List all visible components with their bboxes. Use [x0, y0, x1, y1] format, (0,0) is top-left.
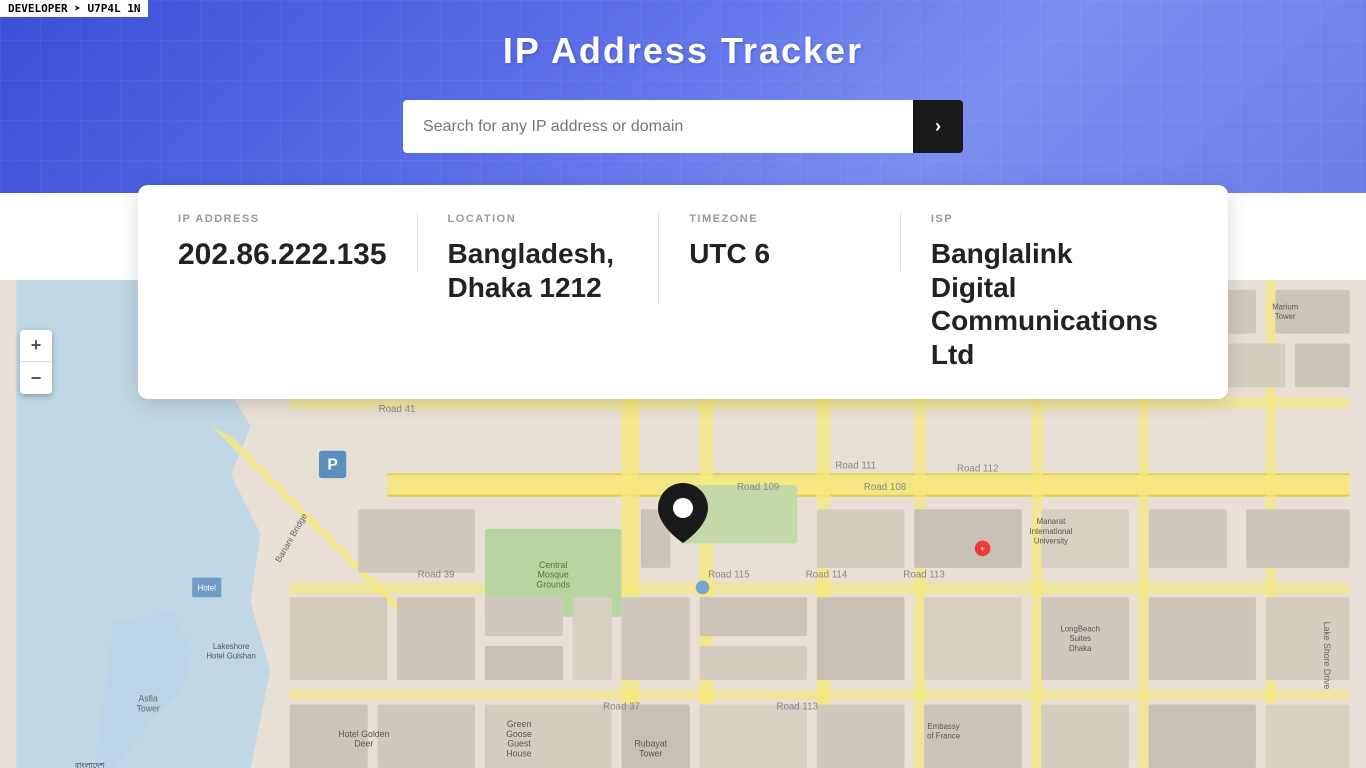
- svg-text:Mosque: Mosque: [538, 570, 569, 580]
- svg-text:Road 111: Road 111: [835, 460, 876, 471]
- svg-text:Road 108: Road 108: [864, 482, 906, 493]
- header-content: IP Address Tracker ›: [0, 30, 1366, 153]
- svg-text:Marium: Marium: [1272, 302, 1298, 311]
- svg-text:বাংলাদেশ: বাংলাদেশ: [74, 761, 105, 768]
- search-button[interactable]: ›: [913, 100, 963, 153]
- header-area: IP Address Tracker ›: [0, 0, 1366, 193]
- svg-text:Central: Central: [539, 560, 567, 570]
- svg-text:Asfia: Asfia: [138, 694, 158, 704]
- isp-section: ISP Banglalink Digital Communications Lt…: [901, 213, 1188, 371]
- svg-text:Suites: Suites: [1069, 634, 1091, 643]
- svg-text:Road 37: Road 37: [603, 701, 640, 712]
- svg-text:Green: Green: [507, 719, 531, 729]
- svg-text:Road 113: Road 113: [776, 701, 818, 712]
- info-card: IP ADDRESS 202.86.222.135 LOCATION Bangl…: [138, 185, 1228, 399]
- svg-text:Road 41: Road 41: [379, 404, 416, 415]
- svg-text:Road 39: Road 39: [418, 570, 455, 581]
- svg-text:Guest: Guest: [507, 739, 531, 749]
- ip-address-value: 202.86.222.135: [178, 237, 387, 273]
- isp-value: Banglalink Digital Communications Ltd: [931, 237, 1158, 371]
- svg-text:Embassy: Embassy: [928, 722, 960, 731]
- svg-text:Road 115: Road 115: [708, 570, 750, 581]
- svg-text:LongBeach: LongBeach: [1061, 624, 1100, 633]
- svg-text:Manarat: Manarat: [1037, 517, 1066, 526]
- app-title: IP Address Tracker: [503, 30, 863, 72]
- svg-text:International: International: [1029, 527, 1072, 536]
- svg-text:Deer: Deer: [354, 739, 373, 749]
- svg-text:House: House: [506, 748, 531, 758]
- timezone-value: UTC 6: [689, 237, 870, 271]
- svg-text:of France: of France: [927, 732, 960, 741]
- zoom-in-button[interactable]: +: [20, 330, 52, 362]
- timezone-section: TIMEZONE UTC 6: [659, 213, 901, 271]
- location-value: Bangladesh, Dhaka 1212: [448, 237, 629, 304]
- timezone-label: TIMEZONE: [689, 213, 870, 225]
- svg-text:Rubayat: Rubayat: [634, 739, 667, 749]
- svg-text:Lakeshore: Lakeshore: [213, 642, 249, 651]
- svg-text:Road 114: Road 114: [806, 570, 848, 581]
- svg-text:Hotel Golden: Hotel Golden: [338, 729, 389, 739]
- svg-text:Tower: Tower: [136, 703, 159, 713]
- svg-text:Road 109: Road 109: [737, 482, 779, 493]
- location-label: LOCATION: [448, 213, 629, 225]
- svg-text:Hotel: Hotel: [198, 583, 216, 592]
- svg-text:Road 112: Road 112: [957, 463, 999, 474]
- zoom-controls: + −: [20, 330, 52, 394]
- svg-text:Goose: Goose: [506, 729, 532, 739]
- ip-address-section: IP ADDRESS 202.86.222.135: [178, 213, 418, 273]
- zoom-out-button[interactable]: −: [20, 362, 52, 394]
- svg-text:Tower: Tower: [1275, 312, 1296, 321]
- marker-icon: [658, 483, 708, 543]
- svg-text:Lake Shore Drive: Lake Shore Drive: [1322, 622, 1332, 690]
- search-container: ›: [403, 100, 963, 153]
- svg-text:P: P: [327, 456, 337, 473]
- svg-text:University: University: [1034, 537, 1068, 546]
- svg-text:Hotel Gulshan: Hotel Gulshan: [206, 652, 255, 661]
- svg-text:Grounds: Grounds: [536, 579, 570, 589]
- developer-bar: DEVELOPER ➤ U7P4L 1N: [0, 0, 148, 17]
- ip-address-label: IP ADDRESS: [178, 213, 387, 225]
- map-marker: [658, 483, 708, 548]
- svg-text:Dhaka: Dhaka: [1069, 644, 1092, 653]
- svg-text:+: +: [980, 544, 985, 553]
- svg-text:Road 113: Road 113: [903, 570, 945, 581]
- isp-label: ISP: [931, 213, 1158, 225]
- search-input[interactable]: [403, 100, 913, 153]
- location-section: LOCATION Bangladesh, Dhaka 1212: [418, 213, 660, 304]
- svg-text:Tower: Tower: [639, 748, 662, 758]
